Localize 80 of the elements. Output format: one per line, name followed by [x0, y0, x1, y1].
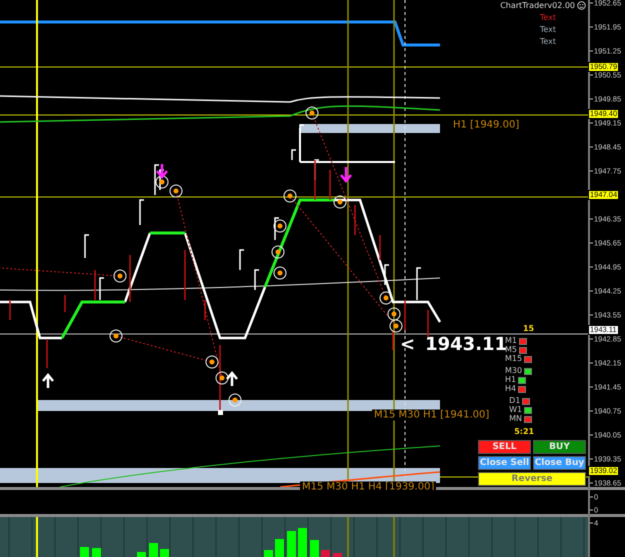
signal-marker: [170, 184, 182, 198]
point-marker: [218, 410, 223, 415]
histogram-bar: [137, 552, 146, 557]
signal-marker: [206, 356, 218, 368]
candle-wick: [46, 340, 48, 368]
candle-wick: [354, 205, 356, 235]
level-label: M15 M30 H1 [1941.00]: [372, 410, 492, 420]
histogram-bar: [275, 539, 284, 557]
down-arrow-icon: [156, 162, 168, 179]
timeframe-label: MN: [509, 415, 522, 423]
candle-timer: 5:21: [514, 427, 534, 436]
candle-wick: [64, 295, 66, 312]
signal-marker: [216, 372, 228, 384]
sell-button[interactable]: SELL: [478, 440, 531, 454]
candle-wick: [274, 217, 279, 240]
candle-wick: [427, 310, 429, 338]
level-label: H1 [1949.00]: [451, 120, 522, 130]
histogram-bar: [287, 531, 296, 557]
signal-marker: [110, 330, 122, 342]
signal-marker: [156, 176, 168, 188]
up-arrow-icon: [226, 371, 238, 388]
down-arrow-icon: [340, 166, 352, 183]
reverse-button[interactable]: Reverse: [478, 472, 586, 486]
candle-wick: [239, 249, 244, 270]
histogram-bar: [160, 549, 169, 557]
timeframe-label: M30: [505, 367, 522, 375]
signal-marker: [334, 196, 346, 208]
candle-wick: [139, 199, 144, 225]
signal-marker: [228, 394, 242, 406]
candle-wick: [9, 300, 11, 320]
candle-wick: [384, 264, 389, 285]
candle-wick: [219, 345, 221, 410]
timeframe-label: M1: [505, 337, 517, 345]
candle-wick: [204, 300, 206, 320]
status-text: Text: [540, 25, 556, 34]
up-arrow-icon: [42, 373, 54, 390]
candle-wick: [84, 234, 89, 258]
histogram-bar: [310, 540, 319, 557]
histogram-bar: [92, 548, 101, 557]
timeframe-label: M5: [505, 346, 517, 354]
histogram-bar: [149, 543, 158, 557]
timeframe-label: M15: [505, 355, 522, 363]
signal-marker: [284, 190, 296, 202]
signal-count: 15: [522, 324, 534, 333]
timeframe-label: D1: [509, 397, 520, 405]
candle-wick: [254, 269, 259, 290]
signal-marker: [272, 246, 284, 258]
status-text: Text: [540, 13, 556, 22]
candle-wick: [94, 270, 96, 300]
timeframe-label: H1: [505, 376, 516, 384]
histogram-bar: [321, 550, 330, 557]
candle-wick: [329, 170, 331, 200]
close-button[interactable]: Close Buy: [533, 456, 586, 470]
signal-marker: [114, 270, 126, 282]
signal-marker: [274, 220, 286, 232]
timeframe-label: W1: [509, 406, 522, 414]
signal-marker: [274, 266, 286, 280]
candle-wick: [129, 255, 131, 302]
close-button[interactable]: Close Sell: [478, 456, 531, 470]
smiley-icon: [577, 1, 586, 10]
candle-wick: [379, 235, 381, 260]
candle-wick: [291, 149, 296, 160]
histogram-bar: [264, 550, 273, 557]
indicator-title: ChartTraderv02.00: [500, 1, 575, 10]
candle-wick: [184, 250, 186, 300]
buy-button[interactable]: BUY: [533, 440, 586, 454]
signal-marker: [306, 106, 318, 120]
status-text: Text: [540, 37, 556, 46]
histogram-bar: [333, 553, 342, 557]
price-arrow: <: [400, 334, 416, 355]
candle-wick: [392, 330, 394, 350]
signal-marker: [380, 292, 392, 304]
signal-marker: [390, 320, 402, 332]
candle-wick: [99, 277, 104, 300]
candle-wick: [404, 300, 406, 330]
histogram-bar: [298, 528, 307, 557]
candle-wick: [416, 267, 421, 300]
signal-marker: [388, 308, 400, 320]
histogram-bar: [80, 547, 89, 557]
timeframe-label: H4: [505, 385, 516, 393]
